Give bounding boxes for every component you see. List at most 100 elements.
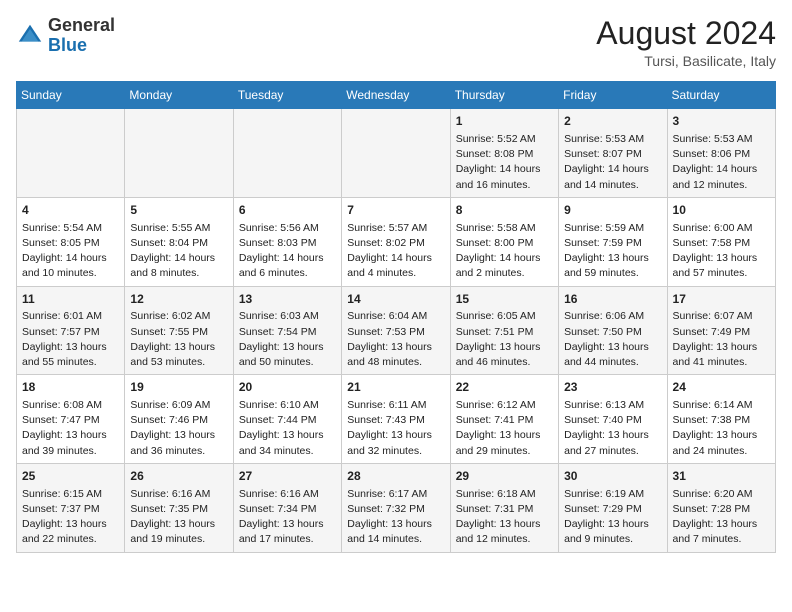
calendar-week-row: 4Sunrise: 5:54 AM Sunset: 8:05 PM Daylig…: [17, 197, 776, 286]
calendar-day-cell: 20Sunrise: 6:10 AM Sunset: 7:44 PM Dayli…: [233, 375, 341, 464]
day-number: 24: [673, 379, 770, 396]
calendar-day-cell: 6Sunrise: 5:56 AM Sunset: 8:03 PM Daylig…: [233, 197, 341, 286]
calendar-empty-cell: [342, 109, 450, 198]
day-number: 22: [456, 379, 553, 396]
calendar-day-cell: 17Sunrise: 6:07 AM Sunset: 7:49 PM Dayli…: [667, 286, 775, 375]
day-info: Sunrise: 6:01 AM Sunset: 7:57 PM Dayligh…: [22, 309, 119, 370]
calendar-empty-cell: [17, 109, 125, 198]
day-number: 3: [673, 113, 770, 130]
day-info: Sunrise: 6:15 AM Sunset: 7:37 PM Dayligh…: [22, 487, 119, 548]
calendar-day-cell: 31Sunrise: 6:20 AM Sunset: 7:28 PM Dayli…: [667, 463, 775, 552]
day-number: 19: [130, 379, 227, 396]
calendar-day-cell: 18 Sunrise: 6:08 AM Sunset: 7:47 PM Dayli…: [17, 375, 125, 464]
calendar-day-cell: 15Sunrise: 6:05 AM Sunset: 7:51 PM Dayli…: [450, 286, 558, 375]
day-number: 14: [347, 291, 444, 308]
calendar-day-cell: 30Sunrise: 6:19 AM Sunset: 7:29 PM Dayli…: [559, 463, 667, 552]
calendar-day-cell: 11Sunrise: 6:01 AM Sunset: 7:57 PM Dayli…: [17, 286, 125, 375]
logo-icon: [16, 22, 44, 50]
day-number: 15: [456, 291, 553, 308]
weekday-header-thursday: Thursday: [450, 82, 558, 109]
day-number: 5: [130, 202, 227, 219]
calendar-day-cell: 23 Sunrise: 6:13 AM Sunset: 7:40 PM Dayli…: [559, 375, 667, 464]
day-info: Sunrise: 6:09 AM Sunset: 7:46 PM Dayligh…: [130, 398, 227, 459]
title-block: August 2024 Tursi, Basilicate, Italy: [596, 16, 776, 69]
logo: General Blue: [16, 16, 115, 56]
day-info: Sunrise: 5:54 AM Sunset: 8:05 PM Dayligh…: [22, 221, 119, 282]
calendar-day-cell: 26 Sunrise: 6:16 AM Sunset: 7:35 PM Dayli…: [125, 463, 233, 552]
calendar-empty-cell: [125, 109, 233, 198]
calendar-day-cell: 13Sunrise: 6:03 AM Sunset: 7:54 PM Dayli…: [233, 286, 341, 375]
calendar-day-cell: 25 Sunrise: 6:15 AM Sunset: 7:37 PM Dayli…: [17, 463, 125, 552]
day-info: Sunrise: 6:06 AM Sunset: 7:50 PM Dayligh…: [564, 309, 661, 370]
day-info: Sunrise: 6:07 AM Sunset: 7:49 PM Dayligh…: [673, 309, 770, 370]
day-info: Sunrise: 6:16 AM Sunset: 7:34 PM Dayligh…: [239, 487, 336, 548]
day-info: Sunrise: 6:14 AM Sunset: 7:38 PM Dayligh…: [673, 398, 770, 459]
day-info: Sunrise: 5:59 AM Sunset: 7:59 PM Dayligh…: [564, 221, 661, 282]
calendar-day-cell: 3 Sunrise: 5:53 AM Sunset: 8:06 PM Daylig…: [667, 109, 775, 198]
logo-blue-text: Blue: [48, 35, 87, 55]
calendar-day-cell: 4Sunrise: 5:54 AM Sunset: 8:05 PM Daylig…: [17, 197, 125, 286]
calendar-week-row: 25 Sunrise: 6:15 AM Sunset: 7:37 PM Dayli…: [17, 463, 776, 552]
weekday-header-sunday: Sunday: [17, 82, 125, 109]
calendar-day-cell: 29Sunrise: 6:18 AM Sunset: 7:31 PM Dayli…: [450, 463, 558, 552]
day-number: 8: [456, 202, 553, 219]
day-info: Sunrise: 6:13 AM Sunset: 7:40 PM Dayligh…: [564, 398, 661, 459]
calendar-day-cell: 5 Sunrise: 5:55 AM Sunset: 8:04 PM Daylig…: [125, 197, 233, 286]
calendar-empty-cell: [233, 109, 341, 198]
calendar-day-cell: 16Sunrise: 6:06 AM Sunset: 7:50 PM Dayli…: [559, 286, 667, 375]
day-info: Sunrise: 5:53 AM Sunset: 8:07 PM Dayligh…: [564, 132, 661, 193]
day-number: 11: [22, 291, 119, 308]
day-info: Sunrise: 6:17 AM Sunset: 7:32 PM Dayligh…: [347, 487, 444, 548]
page-header: General Blue August 2024 Tursi, Basilica…: [16, 16, 776, 69]
day-number: 26: [130, 468, 227, 485]
calendar-day-cell: 12Sunrise: 6:02 AM Sunset: 7:55 PM Dayli…: [125, 286, 233, 375]
weekday-header-saturday: Saturday: [667, 82, 775, 109]
day-info: Sunrise: 6:10 AM Sunset: 7:44 PM Dayligh…: [239, 398, 336, 459]
calendar-day-cell: 14Sunrise: 6:04 AM Sunset: 7:53 PM Dayli…: [342, 286, 450, 375]
day-info: Sunrise: 5:55 AM Sunset: 8:04 PM Dayligh…: [130, 221, 227, 282]
day-info: Sunrise: 5:57 AM Sunset: 8:02 PM Dayligh…: [347, 221, 444, 282]
calendar-day-cell: 22 Sunrise: 6:12 AM Sunset: 7:41 PM Dayli…: [450, 375, 558, 464]
day-number: 13: [239, 291, 336, 308]
weekday-header-wednesday: Wednesday: [342, 82, 450, 109]
day-info: Sunrise: 5:53 AM Sunset: 8:06 PM Dayligh…: [673, 132, 770, 193]
weekday-header-friday: Friday: [559, 82, 667, 109]
day-number: 10: [673, 202, 770, 219]
calendar-week-row: 11Sunrise: 6:01 AM Sunset: 7:57 PM Dayli…: [17, 286, 776, 375]
day-info: Sunrise: 6:05 AM Sunset: 7:51 PM Dayligh…: [456, 309, 553, 370]
logo-general-text: General: [48, 15, 115, 35]
day-info: Sunrise: 5:58 AM Sunset: 8:00 PM Dayligh…: [456, 221, 553, 282]
day-number: 9: [564, 202, 661, 219]
day-number: 23: [564, 379, 661, 396]
calendar-day-cell: 7Sunrise: 5:57 AM Sunset: 8:02 PM Daylig…: [342, 197, 450, 286]
calendar-day-cell: 10 Sunrise: 6:00 AM Sunset: 7:58 PM Dayli…: [667, 197, 775, 286]
day-info: Sunrise: 6:04 AM Sunset: 7:53 PM Dayligh…: [347, 309, 444, 370]
day-number: 1: [456, 113, 553, 130]
day-number: 16: [564, 291, 661, 308]
calendar-week-row: 1Sunrise: 5:52 AM Sunset: 8:08 PM Daylig…: [17, 109, 776, 198]
calendar-day-cell: 8 Sunrise: 5:58 AM Sunset: 8:00 PM Daylig…: [450, 197, 558, 286]
calendar-day-cell: 9 Sunrise: 5:59 AM Sunset: 7:59 PM Daylig…: [559, 197, 667, 286]
day-number: 18: [22, 379, 119, 396]
day-info: Sunrise: 6:02 AM Sunset: 7:55 PM Dayligh…: [130, 309, 227, 370]
day-info: Sunrise: 6:08 AM Sunset: 7:47 PM Dayligh…: [22, 398, 119, 459]
location-subtitle: Tursi, Basilicate, Italy: [596, 53, 776, 69]
day-info: Sunrise: 6:20 AM Sunset: 7:28 PM Dayligh…: [673, 487, 770, 548]
day-number: 17: [673, 291, 770, 308]
day-info: Sunrise: 6:03 AM Sunset: 7:54 PM Dayligh…: [239, 309, 336, 370]
day-info: Sunrise: 6:12 AM Sunset: 7:41 PM Dayligh…: [456, 398, 553, 459]
day-info: Sunrise: 6:00 AM Sunset: 7:58 PM Dayligh…: [673, 221, 770, 282]
calendar-day-cell: 28 Sunrise: 6:17 AM Sunset: 7:32 PM Dayli…: [342, 463, 450, 552]
day-number: 29: [456, 468, 553, 485]
day-number: 12: [130, 291, 227, 308]
day-number: 28: [347, 468, 444, 485]
calendar-table: SundayMondayTuesdayWednesdayThursdayFrid…: [16, 81, 776, 552]
calendar-day-cell: 2Sunrise: 5:53 AM Sunset: 8:07 PM Daylig…: [559, 109, 667, 198]
calendar-day-cell: 27Sunrise: 6:16 AM Sunset: 7:34 PM Dayli…: [233, 463, 341, 552]
day-info: Sunrise: 6:16 AM Sunset: 7:35 PM Dayligh…: [130, 487, 227, 548]
day-info: Sunrise: 5:56 AM Sunset: 8:03 PM Dayligh…: [239, 221, 336, 282]
calendar-day-cell: 19 Sunrise: 6:09 AM Sunset: 7:46 PM Dayli…: [125, 375, 233, 464]
day-number: 25: [22, 468, 119, 485]
weekday-header-row: SundayMondayTuesdayWednesdayThursdayFrid…: [17, 82, 776, 109]
calendar-day-cell: 1Sunrise: 5:52 AM Sunset: 8:08 PM Daylig…: [450, 109, 558, 198]
